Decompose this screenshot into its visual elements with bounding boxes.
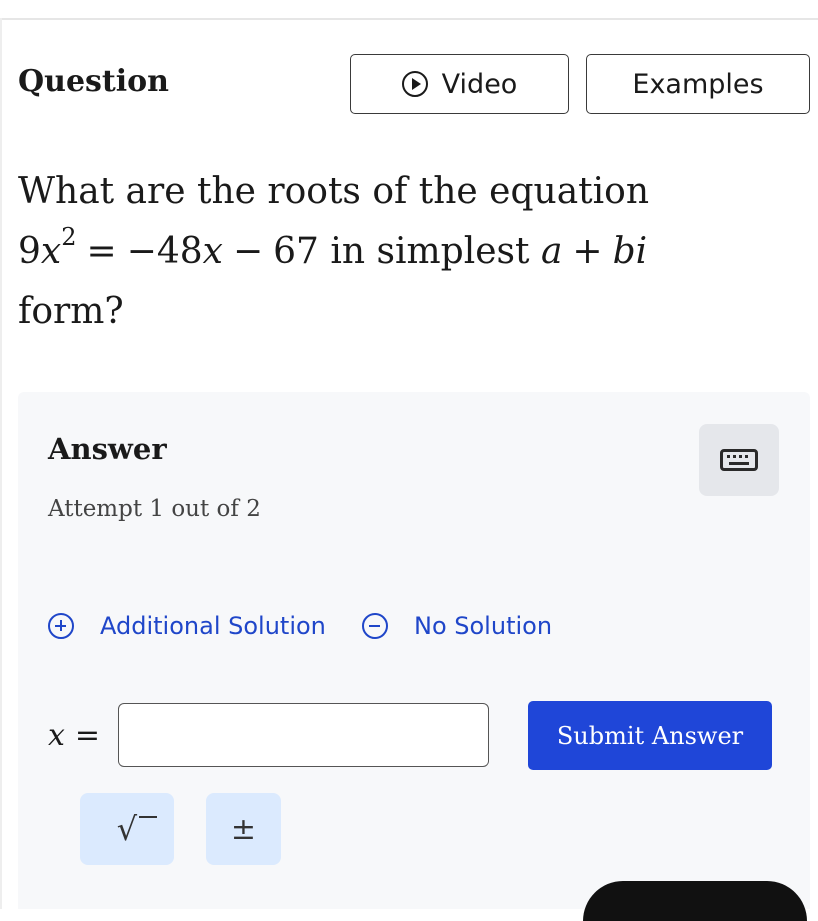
examples-button[interactable]: Examples [586,54,810,114]
answer-title: Answer [48,432,167,466]
question-form-expression: a + bi [540,231,648,272]
question-text-after: form? [18,291,124,332]
answer-input[interactable] [118,703,489,767]
plus-minus-icon: ± [230,811,257,847]
left-divider [0,18,2,909]
examples-button-label: Examples [632,68,764,100]
question-text-middle: in simplest [330,231,530,272]
no-solution-label: No Solution [414,612,553,640]
floating-overlay [583,881,807,921]
no-solution-link[interactable]: No Solution [362,612,552,640]
video-button-label: Video [441,68,518,100]
additional-solution-link[interactable]: Additional Solution [48,612,326,640]
question-title: Question [18,64,169,99]
submit-answer-button[interactable]: Submit Answer [528,701,772,770]
question-text-before: What are the roots of the equation [18,171,650,212]
video-button[interactable]: Video [350,54,569,114]
sqrt-tool-button[interactable]: √ [80,793,174,865]
sqrt-icon: √ [116,810,158,848]
keyboard-button[interactable] [699,424,779,496]
question-equation: 9x2 = −48x −67 [18,223,319,272]
plus-circle-icon [48,613,74,639]
minus-circle-icon [362,613,388,639]
plus-minus-tool-button[interactable]: ± [206,793,281,865]
attempt-counter: Attempt 1 out of 2 [48,496,261,522]
answer-variable-label: x = [48,718,101,753]
top-divider [0,18,818,20]
question-text: What are the roots of the equation 9x2 = −… [18,162,798,342]
keyboard-icon [720,449,758,471]
answer-panel: Answer Attempt 1 out of 2 Additional Sol… [18,392,810,909]
play-circle-icon [401,71,428,97]
additional-solution-label: Additional Solution [100,612,326,640]
